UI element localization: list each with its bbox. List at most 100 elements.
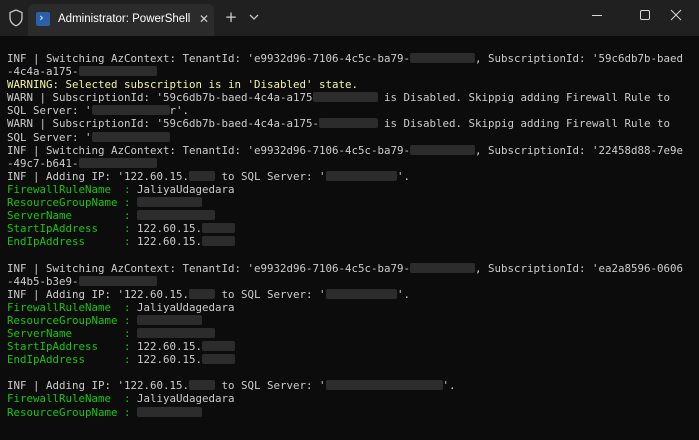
console-text: INF | Switching AzContext: TenantId: 'e9…	[7, 261, 411, 275]
console-line: INF | Switching AzContext: TenantId: 'e9…	[7, 144, 697, 157]
redacted-text	[410, 53, 476, 63]
chevron-down-icon[interactable]	[246, 9, 262, 25]
redacted-text	[91, 105, 170, 116]
console-line: EndIpAddress : 122.60.15.	[7, 235, 697, 248]
tab-close-icon[interactable]: ✕	[197, 11, 211, 27]
console-text: '.	[442, 379, 456, 393]
redacted-text	[137, 406, 203, 417]
console-output[interactable]: INF | Switching AzContext: TenantId: 'e9…	[7, 52, 697, 440]
console-line: SQL Server: '	[7, 131, 697, 144]
redacted-text	[202, 236, 235, 247]
redacted-text	[137, 327, 216, 338]
property-label: ServerName :	[7, 209, 138, 223]
console-line: -44b5-b3e9-	[7, 275, 697, 288]
console-text: '.	[397, 287, 411, 301]
redacted-text	[137, 197, 203, 208]
tab-title: Administrator: PowerShell	[58, 13, 191, 25]
console-text: SQL Server: '	[7, 130, 92, 144]
console-text: -44b5-b3e9-	[7, 274, 79, 288]
minimize-icon[interactable]	[574, 0, 620, 30]
console-line: -4c4a-a175-	[7, 65, 697, 78]
console-text: INF | Switching AzContext: TenantId: 'e9…	[7, 143, 411, 157]
console-line: EndIpAddress : 122.60.15.	[7, 353, 697, 366]
property-label: EndIpAddress :	[7, 353, 138, 367]
console-text: r'.	[169, 104, 190, 118]
console-text: '.	[397, 169, 411, 183]
console-text: , SubscriptionId: '59c6db7b-baed	[475, 52, 684, 65]
console-line: WARN | SubscriptionId: '59c6db7b-baed-4c…	[7, 91, 697, 104]
console-line: ResourceGroupName :	[7, 196, 697, 209]
console-text: JaliyaUdagedara	[137, 392, 235, 406]
console-text: 122.60.15.	[137, 235, 203, 249]
property-label: ServerName :	[7, 326, 138, 340]
new-tab-button[interactable]: +	[223, 9, 239, 25]
redacted-text	[202, 341, 235, 352]
console-text: SQL Server: '	[7, 104, 92, 118]
console-line: INF | Adding IP: '122.60.15. to SQL Serv…	[7, 379, 697, 392]
terminal-window: › Administrator: PowerShell ✕ + INF | Sw…	[0, 0, 699, 440]
close-icon[interactable]	[653, 0, 699, 30]
redacted-text	[410, 262, 476, 273]
console-line: StartIpAddress : 122.60.15.	[7, 340, 697, 353]
redacted-text	[91, 131, 170, 142]
property-label: ResourceGroupName :	[7, 405, 138, 419]
console-line: ResourceGroupName :	[7, 314, 697, 327]
property-label: EndIpAddress :	[7, 235, 138, 249]
console-line: ServerName :	[7, 327, 697, 340]
console-line: StartIpAddress : 122.60.15.	[7, 222, 697, 235]
console-text: INF | Switching AzContext: TenantId: 'e9…	[7, 52, 411, 65]
console-text: , SubscriptionId: '22458d88-7e9e	[475, 143, 684, 157]
redacted-text	[410, 144, 476, 155]
redacted-text	[202, 354, 235, 365]
console-line: WARNING: Selected subscription is in 'Di…	[7, 78, 697, 91]
redacted-text	[189, 170, 216, 181]
title-bar: › Administrator: PowerShell ✕ +	[0, 0, 699, 36]
tab-powershell[interactable]: › Administrator: PowerShell ✕	[28, 4, 214, 36]
console-text: to SQL Server: '	[215, 287, 326, 301]
console-text: to SQL Server: '	[215, 379, 326, 393]
console-text: JaliyaUdagedara	[137, 300, 235, 314]
redacted-text	[312, 92, 378, 103]
property-label: ResourceGroupName :	[7, 313, 138, 327]
console-text: INF | Adding IP: '122.60.15.	[7, 379, 190, 393]
console-line: ServerName :	[7, 209, 697, 222]
console-line: SQL Server: ' r'.	[7, 104, 697, 117]
property-label: StartIpAddress :	[7, 222, 138, 236]
console-line: FirewallRuleName : JaliyaUdagedara	[7, 183, 697, 196]
console-line: INF | Adding IP: '122.60.15. to SQL Serv…	[7, 170, 697, 183]
console-line: WARN | SubscriptionId: '59c6db7b-baed-4c…	[7, 117, 697, 130]
redacted-text	[325, 380, 443, 391]
console-text: JaliyaUdagedara	[137, 182, 235, 196]
redacted-text	[189, 288, 216, 299]
console-line: ResourceGroupName :	[7, 406, 697, 419]
console-line: INF | Switching AzContext: TenantId: 'e9…	[7, 262, 697, 275]
redacted-text	[189, 380, 216, 391]
console-text: WARN | SubscriptionId: '59c6db7b-baed-4c…	[7, 91, 313, 105]
shield-icon[interactable]	[8, 9, 24, 27]
console-text: INF | Adding IP: '122.60.15.	[7, 287, 190, 301]
powershell-icon: ›	[36, 11, 50, 26]
property-label: FirewallRuleName :	[7, 392, 138, 406]
property-label: FirewallRuleName :	[7, 300, 138, 314]
console-line: INF | Adding IP: '122.60.15. to SQL Serv…	[7, 288, 697, 301]
console-text: -4c4a-a175-	[7, 65, 79, 79]
redacted-text	[202, 223, 235, 234]
warning-text: WARNING: Selected subscription is in 'Di…	[7, 78, 359, 92]
console-line: -49c7-b641-	[7, 157, 697, 170]
redacted-text	[325, 170, 398, 181]
redacted-text	[137, 210, 216, 221]
console-text: 122.60.15.	[137, 353, 203, 367]
redacted-text	[319, 118, 378, 129]
console-text: is Disabled. Skippig adding Firewall Rul…	[377, 117, 671, 131]
console-line: INF | Switching AzContext: TenantId: 'e9…	[7, 52, 697, 65]
console-text: -49c7-b641-	[7, 156, 79, 170]
console-text: is Disabled. Skippig adding Firewall Rul…	[377, 91, 671, 105]
redacted-text	[78, 66, 157, 77]
console-text: , SubscriptionId: 'ea2a8596-0606	[475, 261, 684, 275]
console-text: WARN | SubscriptionId: '59c6db7b-baed-4c…	[7, 117, 320, 131]
property-label: StartIpAddress :	[7, 340, 138, 354]
console-text: 122.60.15.	[137, 222, 203, 236]
redacted-text	[137, 314, 203, 325]
